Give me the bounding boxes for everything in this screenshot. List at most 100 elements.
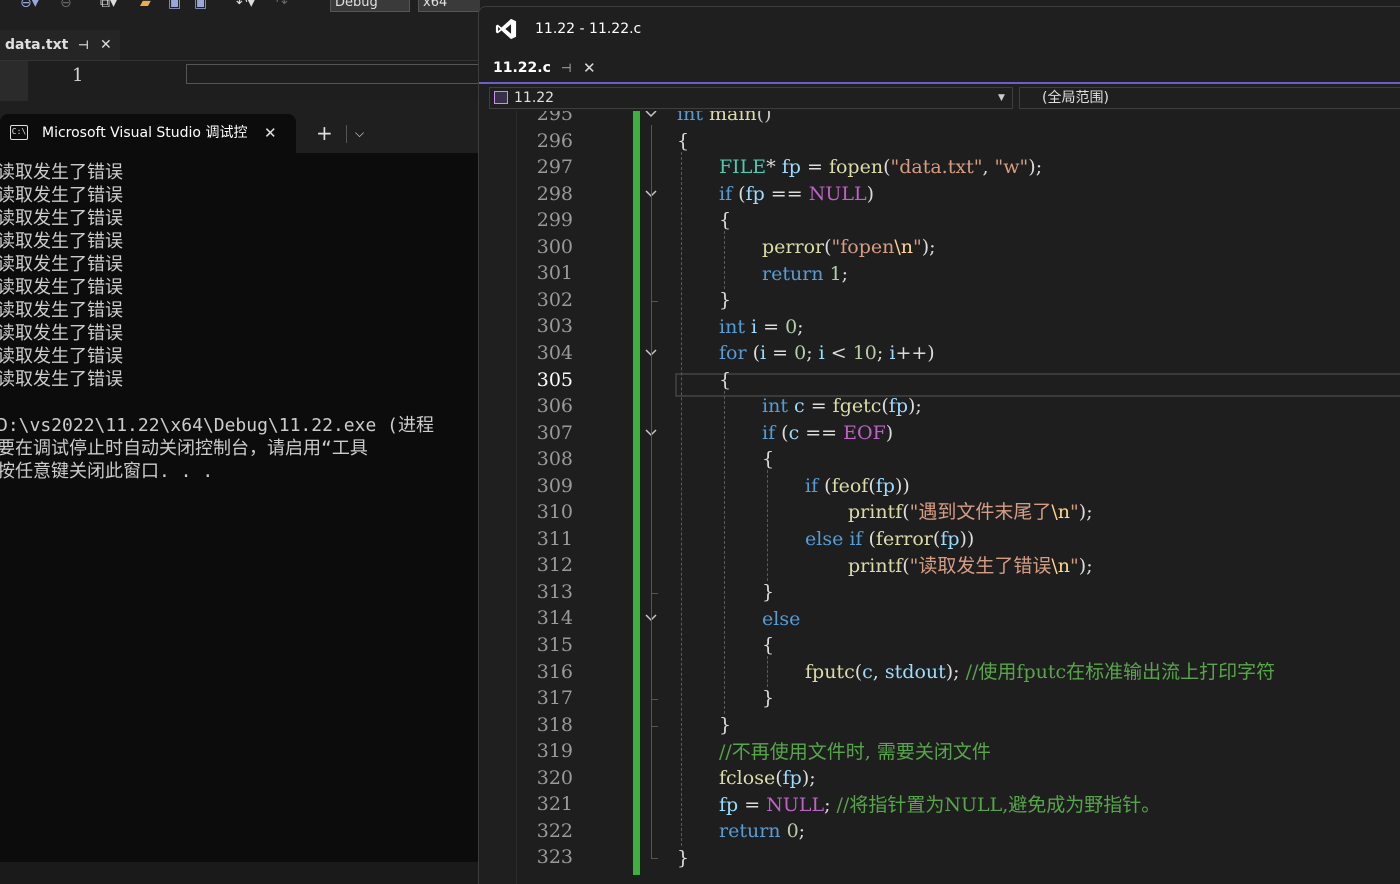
fold-region-end — [651, 301, 658, 302]
chevron-down-icon[interactable]: ⌵ — [355, 114, 364, 153]
code-line-314: else — [762, 608, 801, 630]
change-tracking-bar — [633, 111, 640, 875]
code-editor[interactable]: 295 296 297 298 299 300 301 302 303 304 305 306 307 3… — [479, 111, 1400, 884]
save-all-icon[interactable]: ▣ — [194, 0, 207, 12]
open-folder-icon[interactable]: ▰ — [140, 0, 151, 12]
line-number: 315 — [536, 634, 573, 656]
code-line-300: perror("fopen\n"); — [762, 236, 936, 258]
console-line: 读取发生了错误 — [0, 208, 123, 229]
indent-guide — [767, 656, 768, 687]
fold-region-end — [651, 699, 658, 700]
background-editor[interactable]: 1 — [0, 60, 486, 101]
line-number: 306 — [536, 395, 573, 417]
platform-dropdown[interactable]: x64 — [418, 0, 480, 12]
scope-dropdown[interactable]: (全局范围) — [1019, 87, 1400, 109]
code-line-303: int i = 0; — [719, 316, 804, 338]
code-line-310: printf("遇到文件末尾了\n"); — [848, 501, 1093, 523]
undo-icon[interactable]: ↶▾ — [236, 0, 255, 12]
indent-guide — [724, 231, 725, 289]
line-number: 307 — [536, 422, 573, 444]
project-name: 11.22 — [514, 90, 555, 106]
navigation-bar: 11.22 ▼ (全局范围) — [479, 86, 1400, 110]
console-line: D:\vs2022\11.22\x64\Debug\11.22.exe (进程 — [0, 415, 434, 436]
indent-guide — [767, 470, 768, 581]
divider — [346, 125, 347, 143]
code-line-322: return 0; — [719, 820, 806, 842]
code-line-320: fclose(fp); — [719, 767, 816, 789]
line-number: 310 — [536, 501, 573, 523]
console-line: 读取发生了错误 — [0, 277, 123, 298]
tab-label: 11.22.c — [493, 60, 551, 76]
line-number: 300 — [536, 236, 573, 258]
indent-guide — [681, 152, 682, 846]
project-dropdown[interactable]: 11.22 ▼ — [489, 87, 1013, 109]
line-number: 296 — [536, 130, 573, 152]
close-icon[interactable]: ✕ — [264, 114, 277, 153]
code-line-309: if (feof(fp)) — [805, 475, 910, 497]
current-line-highlight — [186, 64, 486, 84]
code-line-307: if (c == EOF) — [762, 422, 894, 444]
window-title: 11.22 - 11.22.c — [535, 21, 642, 37]
code-line-296: { — [677, 130, 690, 152]
forward-icon[interactable]: ⊖ — [60, 0, 72, 12]
code-line-323: } — [677, 847, 690, 869]
line-number: 322 — [536, 820, 573, 842]
tab-11-22-c[interactable]: 11.22.c ⊣ ✕ — [487, 55, 601, 82]
line-number: 297 — [536, 156, 573, 178]
fold-region-line — [651, 629, 652, 699]
pin-icon[interactable]: ⊣ — [78, 30, 89, 60]
title-bar[interactable]: 11.22 - 11.22.c — [479, 7, 1400, 51]
console-tab[interactable]: C:\ Microsoft Visual Studio 调试控 ✕ — [0, 114, 296, 153]
console-line: 读取发生了错误 — [0, 254, 123, 275]
code-line-302: } — [719, 289, 732, 311]
code-line-311: else if (ferror(fp)) — [805, 528, 975, 550]
code-line-306: int c = fgetc(fp); — [762, 395, 922, 417]
line-number: 1 — [72, 65, 84, 86]
console-tab-bar: C:\ Microsoft Visual Studio 调试控 ✕ + ⌵ — [0, 102, 480, 153]
configuration-dropdown[interactable]: Debug — [330, 0, 410, 12]
tab-data-txt[interactable]: data.txt ⊣ ✕ — [0, 30, 120, 60]
console-line: 读取发生了错误 — [0, 185, 123, 206]
code-line-312: printf("读取发生了错误\n"); — [848, 555, 1093, 577]
close-icon[interactable]: ✕ — [583, 55, 596, 82]
background-tab-bar: data.txt ⊣ ✕ — [0, 30, 480, 60]
line-number: 304 — [536, 342, 573, 364]
line-number: 312 — [536, 554, 573, 576]
editor-window: 11.22 - 11.22.c 11.22.c ⊣ ✕ 11.22 ▼ (全局范… — [478, 6, 1400, 884]
line-number: 295 — [536, 111, 573, 125]
code-line-319: //不再使用文件时, 需要关闭文件 — [719, 741, 991, 763]
fold-region-end — [651, 593, 658, 594]
console-scrollbar[interactable] — [0, 862, 480, 884]
line-number: 316 — [536, 661, 573, 683]
line-number: 323 — [536, 846, 573, 868]
line-number: 321 — [536, 793, 573, 815]
line-number: 302 — [536, 289, 573, 311]
scope-name: (全局范围) — [1042, 90, 1109, 106]
console-line: 读取发生了错误 — [0, 346, 123, 367]
line-number: 314 — [536, 607, 573, 629]
line-number: 305 — [536, 369, 573, 391]
line-number: 309 — [536, 475, 573, 497]
line-number: 301 — [536, 262, 573, 284]
dropdown-arrow-icon: ▼ — [998, 93, 1005, 103]
close-icon[interactable]: ✕ — [100, 30, 112, 60]
line-number: 318 — [536, 714, 573, 736]
document-tab-bar: 11.22.c ⊣ ✕ — [479, 55, 1400, 84]
debug-console-window: C:\ Microsoft Visual Studio 调试控 ✕ + ⌵ 读取… — [0, 102, 480, 884]
indent-guide — [724, 391, 725, 714]
console-line: 读取发生了错误 — [0, 162, 123, 183]
code-line-298: if (fp == NULL) — [719, 183, 874, 205]
terminal-icon: C:\ — [10, 125, 28, 140]
redo-icon[interactable]: ↷ — [276, 0, 288, 12]
code-line-317: } — [762, 687, 775, 709]
back-icon[interactable]: ⊖▾ — [20, 0, 39, 12]
platform-value: x64 — [423, 0, 448, 10]
code-line-313: } — [762, 581, 775, 603]
visual-studio-logo-icon — [495, 18, 517, 40]
line-number: 298 — [536, 183, 573, 205]
save-icon[interactable]: ▣ — [168, 0, 181, 12]
new-project-icon[interactable]: ⧉▾ — [100, 0, 117, 12]
new-tab-button[interactable]: + — [316, 114, 333, 153]
console-tab-title: Microsoft Visual Studio 调试控 — [42, 125, 248, 141]
pin-icon[interactable]: ⊣ — [561, 55, 571, 82]
